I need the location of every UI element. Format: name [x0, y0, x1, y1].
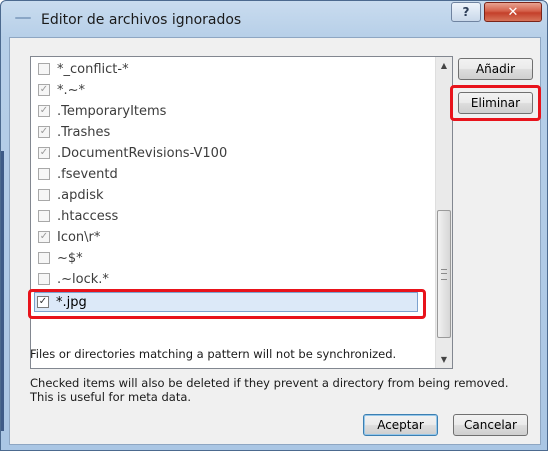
item-label: *_conflict-* [57, 61, 129, 77]
list-item[interactable]: ✓ .Trashes [36, 122, 110, 142]
app-icon [15, 17, 31, 19]
item-label: .fseventd [57, 166, 118, 182]
item-label: .~lock.* [57, 271, 109, 287]
item-label: .DocumentRevisions-V100 [57, 145, 228, 161]
window-edge [1, 151, 4, 431]
list-item[interactable]: .htaccess [36, 206, 118, 226]
item-checkbox[interactable]: ✓ [38, 231, 50, 243]
remove-button-highlight [450, 85, 541, 121]
item-checkbox[interactable]: ✓ [38, 84, 50, 96]
item-checkbox[interactable]: ✓ [38, 126, 50, 138]
accept-button[interactable]: Aceptar [363, 414, 438, 436]
dialog-body: *_conflict-* ✓ *.~* ✓ .TemporaryItems ✓ .Trash… [9, 37, 541, 445]
list-item[interactable]: ✓ .DocumentRevisions-V100 [36, 143, 227, 163]
scroll-grip-icon [441, 269, 447, 280]
item-checkbox[interactable] [38, 189, 50, 201]
cancel-button[interactable]: Cancelar [453, 414, 528, 436]
list-item[interactable]: .~lock.* [36, 269, 109, 289]
item-label: .htaccess [57, 208, 119, 224]
window-title: Editor de archivos ignorados [41, 12, 242, 28]
list-item[interactable]: ✓ .TemporaryItems [36, 101, 166, 121]
scroll-up-arrow-icon[interactable]: ▲ [436, 57, 452, 74]
add-button[interactable]: Añadir [458, 58, 533, 80]
item-checkbox[interactable] [38, 63, 50, 75]
item-checkbox[interactable] [38, 168, 50, 180]
item-label: .Trashes [57, 124, 111, 140]
title-bar[interactable]: Editor de archivos ignorados ? ✕ [1, 1, 547, 37]
ignored-files-list[interactable]: *_conflict-* ✓ *.~* ✓ .TemporaryItems ✓ .Trash… [30, 56, 453, 369]
sync-note: Files or directories matching a pattern … [30, 347, 397, 361]
selected-item-highlight [28, 289, 426, 319]
delete-note: Checked items will also be deleted if th… [30, 376, 509, 404]
close-button[interactable]: ✕ [484, 2, 542, 22]
item-checkbox[interactable] [38, 252, 50, 264]
help-button[interactable]: ? [451, 2, 481, 22]
item-label: ~$* [57, 250, 83, 266]
item-checkbox[interactable]: ✓ [38, 105, 50, 117]
list-item[interactable]: .fseventd [36, 164, 118, 184]
scroll-thumb[interactable] [437, 210, 451, 338]
item-label: *.~* [57, 82, 86, 98]
list-item[interactable]: ✓ Icon\r* [36, 227, 100, 247]
item-label: .TemporaryItems [57, 103, 167, 119]
item-checkbox[interactable] [38, 210, 50, 222]
list-item[interactable]: *_conflict-* [36, 59, 129, 79]
list-item[interactable]: .apdisk [36, 185, 104, 205]
list-item[interactable]: ~$* [36, 248, 83, 268]
item-checkbox[interactable]: ✓ [38, 147, 50, 159]
item-label: Icon\r* [57, 229, 101, 245]
dialog-window: Editor de archivos ignorados ? ✕ *_confl… [0, 0, 548, 451]
item-label: .apdisk [57, 187, 104, 203]
list-item[interactable]: ✓ *.~* [36, 80, 85, 100]
item-checkbox[interactable] [38, 273, 50, 285]
